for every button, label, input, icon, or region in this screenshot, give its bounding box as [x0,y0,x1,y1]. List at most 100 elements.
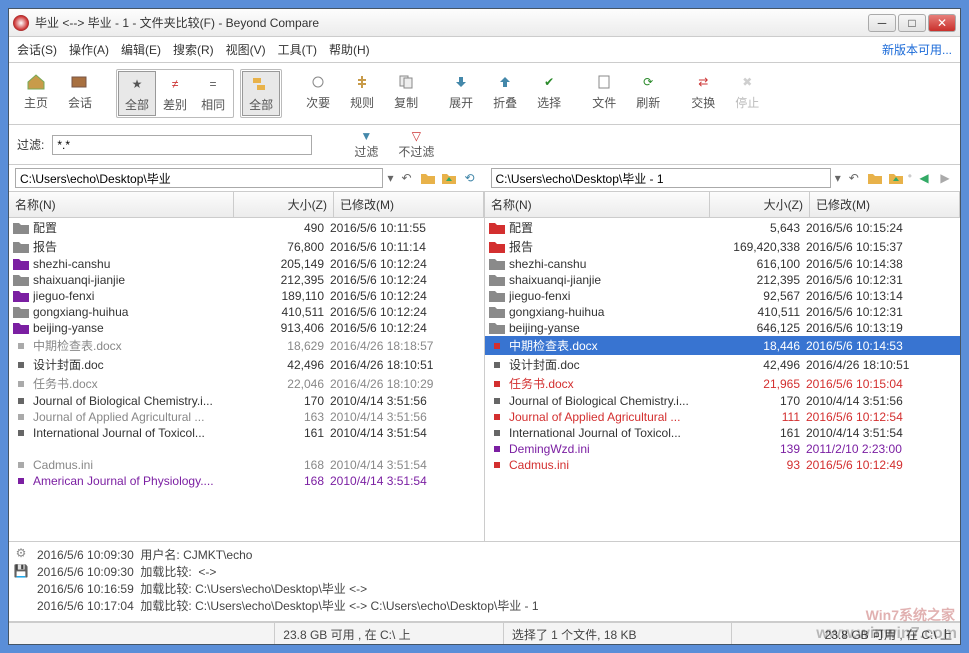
list-item[interactable]: Journal of Biological Chemistry.i...1702… [485,393,960,409]
left-file-list[interactable]: 配置4902016/5/6 10:11:55报告76,8002016/5/6 1… [9,218,484,541]
list-item[interactable]: American Journal of Physiology....168201… [9,473,484,489]
toolbar-collapse[interactable]: 折叠 [486,69,524,114]
list-item[interactable]: gongxiang-huihua410,5112016/5/6 10:12:31 [485,304,960,320]
menu-search[interactable]: 搜索(R) [173,41,214,58]
list-item[interactable]: 设计封面.doc42,4962016/4/26 18:10:51 [9,355,484,374]
right-back-icon[interactable]: ◀ [915,169,933,187]
right-history-icon[interactable]: ↶ [845,169,863,187]
list-item[interactable]: shezhi-canshu616,1002016/5/6 10:14:38 [485,256,960,272]
filter-on-button[interactable]: ▼过滤 [348,129,384,160]
right-fwd-icon[interactable]: ▶ [936,169,954,187]
update-available-link[interactable]: 新版本可用... [882,41,952,58]
list-item[interactable]: jieguo-fenxi92,5672016/5/6 10:13:14 [485,288,960,304]
list-item[interactable]: 任务书.docx22,0462016/4/26 18:10:29 [9,374,484,393]
titlebar[interactable]: 毕业 <--> 毕业 - 1 - 文件夹比较(F) - Beyond Compa… [9,9,960,37]
file-icon [13,474,29,488]
toolbar-rules[interactable]: 规则 [343,69,381,114]
list-item[interactable]: beijing-yanse646,1252016/5/6 10:13:19 [485,320,960,336]
menu-tools[interactable]: 工具(T) [278,41,317,58]
toolbar-refresh[interactable]: ⟳刷新 [629,69,667,114]
list-item[interactable]: 中期检查表.docx18,6292016/4/26 18:18:57 [9,336,484,355]
file-name: DemingWzd.ini [509,442,706,456]
toolbar-expand[interactable]: 展开 [442,69,480,114]
list-item[interactable]: Cadmus.ini932016/5/6 10:12:49 [485,457,960,473]
list-item[interactable]: International Journal of Toxicol...16120… [485,425,960,441]
list-item[interactable]: 设计封面.doc42,4962016/4/26 18:10:51 [485,355,960,374]
toolbar-diff[interactable]: ≠差别 [156,71,194,116]
col-size[interactable]: 大小(Z) [234,192,334,217]
menu-session[interactable]: 会话(S) [17,41,57,58]
col-modified[interactable]: 已修改(M) [810,192,960,217]
menu-view[interactable]: 视图(V) [226,41,266,58]
file-name: beijing-yanse [509,321,706,335]
right-file-list[interactable]: 配置5,6432016/5/6 10:15:24报告169,420,338201… [485,218,960,541]
toolbar-next[interactable]: 次要 [299,69,337,114]
list-item[interactable]: shezhi-canshu205,1492016/5/6 10:12:24 [9,256,484,272]
toolbar-session[interactable]: 会话 [61,69,99,114]
list-item[interactable]: 中期检查表.docx18,4462016/5/6 10:14:53 [485,336,960,355]
menu-action[interactable]: 操作(A) [69,41,109,58]
filter-off-button[interactable]: ▽不过滤 [392,129,440,160]
gear-icon[interactable]: ⚙ [16,546,27,560]
maximize-button[interactable]: □ [898,14,926,32]
toolbar-all-structure[interactable]: 全部 [242,71,280,116]
right-column-headers[interactable]: 名称(N) 大小(Z) 已修改(M) [485,192,960,218]
col-size[interactable]: 大小(Z) [710,192,810,217]
col-modified[interactable]: 已修改(M) [334,192,484,217]
file-date: 2016/5/6 10:12:24 [330,289,480,303]
right-path-input[interactable] [491,168,831,188]
toolbar-files[interactable]: 文件 [585,69,623,114]
list-item[interactable]: 报告76,8002016/5/6 10:11:14 [9,237,484,256]
list-item[interactable]: gongxiang-huihua410,5112016/5/6 10:12:24 [9,304,484,320]
filter-input[interactable] [52,135,312,155]
file-date: 2010/4/14 3:51:56 [330,410,480,424]
file-icon [13,410,29,424]
menubar: 会话(S) 操作(A) 编辑(E) 搜索(R) 视图(V) 工具(T) 帮助(H… [9,37,960,63]
left-path-input[interactable] [15,168,383,188]
close-button[interactable]: ✕ [928,14,956,32]
list-item[interactable]: DemingWzd.ini1392011/2/10 2:23:00 [485,441,960,457]
save-log-icon[interactable]: 💾 [14,564,29,578]
toolbar-same[interactable]: =相同 [194,71,232,116]
list-item[interactable]: International Journal of Toxicol...16120… [9,425,484,441]
list-item[interactable]: 报告169,420,3382016/5/6 10:15:37 [485,237,960,256]
toolbar-select[interactable]: ✔选择 [530,69,568,114]
list-item[interactable]: beijing-yanse913,4062016/5/6 10:12:24 [9,320,484,336]
list-item[interactable]: Cadmus.ini1682010/4/14 3:51:54 [9,457,484,473]
left-history-icon[interactable]: ↶ [398,169,416,187]
toolbar-all-filter[interactable]: ★全部 [118,71,156,116]
file-size: 42,496 [706,358,806,372]
right-browse-icon[interactable] [866,169,884,187]
list-item[interactable]: shaixuanqi-jianjie212,3952016/5/6 10:12:… [485,272,960,288]
list-item[interactable]: 配置5,6432016/5/6 10:15:24 [485,218,960,237]
toolbar-home[interactable]: 主页 [17,69,55,114]
minimize-button[interactable]: ─ [868,14,896,32]
menu-edit[interactable]: 编辑(E) [121,41,161,58]
menu-help[interactable]: 帮助(H) [329,41,370,58]
list-item[interactable]: jieguo-fenxi189,1102016/5/6 10:12:24 [9,288,484,304]
list-item[interactable] [9,441,484,457]
left-sync-icon[interactable]: ⟲ [461,169,479,187]
left-column-headers[interactable]: 名称(N) 大小(Z) 已修改(M) [9,192,484,218]
status-left-space: 23.8 GB 可用 , 在 C:\ 上 [275,623,504,644]
right-up-icon[interactable] [887,169,905,187]
left-up-icon[interactable] [440,169,458,187]
file-name: shaixuanqi-jianjie [509,273,706,287]
col-name[interactable]: 名称(N) [9,192,234,217]
list-item[interactable]: Journal of Applied Agricultural ...11120… [485,409,960,425]
toolbar-copy[interactable]: 复制 [387,69,425,114]
col-name[interactable]: 名称(N) [485,192,710,217]
file-name: 中期检查表.docx [33,337,230,354]
left-browse-icon[interactable] [419,169,437,187]
list-item[interactable]: 配置4902016/5/6 10:11:55 [9,218,484,237]
file-name: 配置 [33,219,230,236]
file-name: gongxiang-huihua [33,305,230,319]
list-item[interactable]: Journal of Applied Agricultural ...16320… [9,409,484,425]
toolbar-stop[interactable]: ✖停止 [728,69,766,114]
rules-icon [352,72,372,92]
log-text[interactable]: 2016/5/6 10:09:30 用户名: CJMKT\echo 2016/5… [33,542,960,621]
list-item[interactable]: shaixuanqi-jianjie212,3952016/5/6 10:12:… [9,272,484,288]
toolbar-swap[interactable]: ⇄交换 [684,69,722,114]
list-item[interactable]: 任务书.docx21,9652016/5/6 10:15:04 [485,374,960,393]
list-item[interactable]: Journal of Biological Chemistry.i...1702… [9,393,484,409]
